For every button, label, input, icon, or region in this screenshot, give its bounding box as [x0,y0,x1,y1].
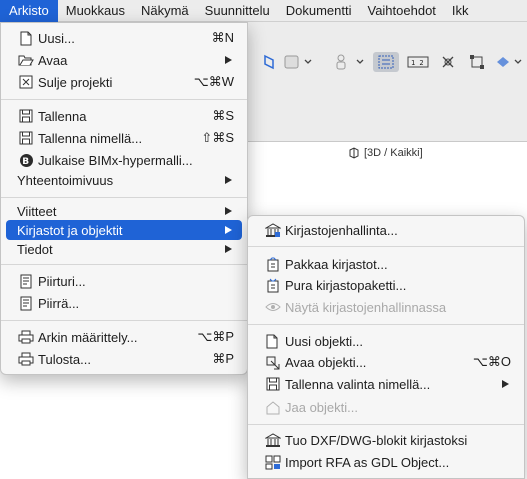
layout-tool-icon[interactable] [373,52,399,72]
unpack-library-icon [264,277,282,293]
menu-item-kirjastojenhallinta[interactable]: Kirjastojenhallinta... [253,220,519,240]
chevron-right-icon [225,176,232,184]
view-cube-icon[interactable] [493,52,525,72]
library-manager-icon [264,222,282,238]
menu-item-yhteentoimivuus[interactable]: Yhteentoimivuus [6,170,242,190]
menu-arkisto[interactable]: Arkisto [0,0,58,22]
menu-item-avaa[interactable]: Avaa [6,50,242,70]
menu-suunnittelu[interactable]: Suunnittelu [197,0,278,22]
menu-item-pura-kirjastopaketti[interactable]: Pura kirjastopaketti... [253,275,519,295]
view-title: [3D / Kaikki] [348,147,423,159]
menu-item-julkaise-bimx[interactable]: B Julkaise BIMx-hypermalli... [6,150,242,170]
plotter-icon [17,273,35,289]
menu-separator [248,424,524,425]
plot-icon [17,295,35,311]
select-frame-icon[interactable] [466,52,488,72]
svg-text:1 2: 1 2 [411,59,424,67]
kirjastot-submenu: Kirjastojenhallinta... Pakkaa kirjastot.… [247,215,525,479]
menu-ikkuna[interactable]: Ikk [444,0,477,22]
person-icon[interactable] [332,52,366,72]
menu-item-pakkaa-kirjastot[interactable]: Pakkaa kirjastot... [253,254,519,274]
menu-item-viitteet[interactable]: Viitteet [6,201,242,221]
chevron-right-icon [225,226,232,234]
menu-vaihtoehdot[interactable]: Vaihtoehdot [359,0,443,22]
menu-item-uusi-objekti[interactable]: Uusi objekti... [253,331,519,351]
menu-nakyma[interactable]: Näkymä [133,0,197,22]
show-in-library-icon [264,299,282,315]
menu-muokkaus[interactable]: Muokkaus [58,0,133,22]
chevron-right-icon [502,380,509,388]
save-as-icon [17,130,35,146]
menu-item-tulosta[interactable]: Tulosta... ⌘P [6,349,242,369]
menu-item-arkin-maarittely[interactable]: Arkin määrittely... ⌥⌘P [6,327,242,347]
menu-item-nayta-kirjastojenhallinnassa[interactable]: Näytä kirjastojenhallinnassa [253,297,519,317]
menu-item-tuo-dxf-dwg[interactable]: Tuo DXF/DWG-blokit kirjastoksi [253,430,519,450]
menu-item-kirjastot-ja-objektit[interactable]: Kirjastot ja objektit [6,220,242,240]
surface-picker-icon[interactable] [283,52,313,72]
menu-item-jaa-objekti[interactable]: Jaa objekti... [253,397,519,417]
menu-separator [1,197,247,198]
menu-item-tallenna-nimella[interactable]: Tallenna nimellä... ⇧⌘S [6,128,242,148]
open-folder-icon [17,52,35,68]
menu-item-piirturi[interactable]: Piirturi... [6,271,242,291]
menu-separator [248,324,524,325]
view-title-text: [3D / Kaikki] [364,147,423,159]
menu-separator [248,246,524,247]
menu-item-tallenna-valinta-nimella[interactable]: Tallenna valinta nimellä... [253,374,519,394]
save-icon [17,108,35,124]
import-rfa-icon [264,454,282,470]
measure-icon[interactable]: 1 2 [405,52,431,72]
menu-item-import-rfa[interactable]: Import RFA as GDL Object... [253,452,519,472]
print-icon [17,351,35,367]
snap-icon[interactable] [437,52,459,72]
menu-separator [1,99,247,100]
rotate-view-icon[interactable] [258,52,280,72]
menu-dokumentti[interactable]: Dokumentti [278,0,360,22]
menu-bar: Arkisto Muokkaus Näkymä Suunnittelu Doku… [0,0,527,22]
bimx-icon: B [17,152,35,168]
menu-item-sulje-projekti[interactable]: Sulje projekti ⌥⌘W [6,72,242,92]
menu-item-uusi[interactable]: Uusi... ⌘N [6,28,242,48]
page-setup-icon [17,329,35,345]
menu-item-tallenna[interactable]: Tallenna ⌘S [6,106,242,126]
svg-text:B: B [22,157,29,167]
arkisto-menu: Uusi... ⌘N Avaa Sulje projekti ⌥⌘W Talle… [0,22,248,375]
menu-item-avaa-objekti[interactable]: Avaa objekti... ⌥⌘O [253,352,519,372]
pack-library-icon [264,256,282,272]
save-selection-icon [264,376,282,392]
chevron-right-icon [225,207,232,215]
new-object-icon [264,333,282,349]
import-dxf-icon [264,432,282,448]
cube-icon [348,147,360,159]
chevron-right-icon [225,245,232,253]
menu-item-tiedot[interactable]: Tiedot [6,239,242,259]
close-project-icon [17,74,35,90]
new-document-icon [17,30,35,46]
share-object-icon [264,399,282,415]
menu-separator [1,320,247,321]
chevron-right-icon [225,56,232,64]
menu-separator [1,264,247,265]
open-object-icon [264,354,282,370]
menu-item-piirra[interactable]: Piirrä... [6,293,242,313]
